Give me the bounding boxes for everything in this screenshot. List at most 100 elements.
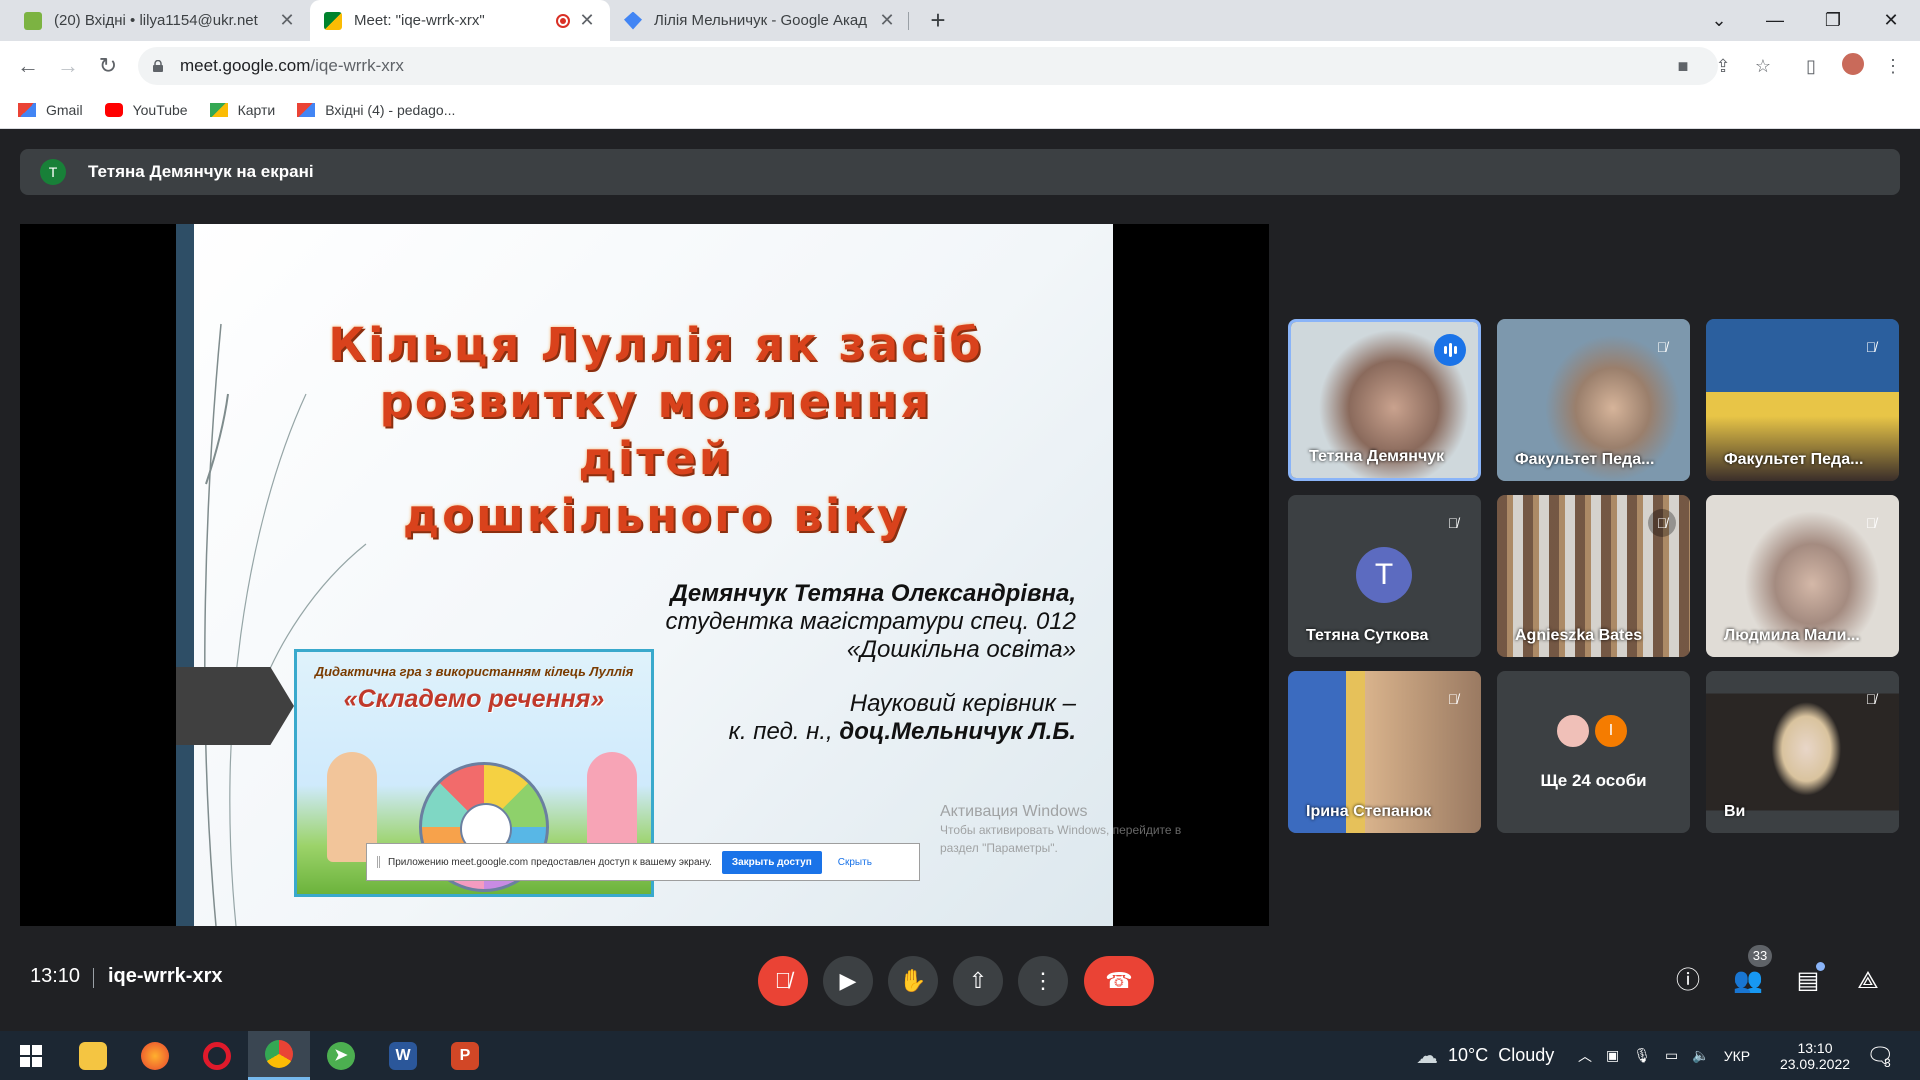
windows-logo-icon (20, 1044, 42, 1067)
bookmark-gmail[interactable]: Gmail (18, 102, 83, 118)
mic-off-icon: 🎙̸ (1656, 339, 1668, 355)
stop-sharing-button[interactable]: Закрыть доступ (721, 850, 822, 874)
taskbar-chrome[interactable] (248, 1031, 310, 1080)
back-arrow-icon[interactable]: ← (12, 50, 44, 82)
presenter-avatar: Т (40, 159, 66, 185)
participant-name: Факультет Педа... (1515, 451, 1655, 468)
bookmark-pedago-mail[interactable]: Вхідні (4) - pedago... (297, 102, 455, 118)
paper-plane-icon: ➤ (327, 1041, 355, 1070)
mic-off-icon: 🎙̸ (1648, 509, 1676, 537)
close-icon[interactable]: ✕ (578, 10, 596, 31)
chrome-menu-icon[interactable]: ⋮ (1878, 51, 1908, 81)
forward-arrow-icon[interactable]: → (52, 50, 84, 82)
taskbar-powerpoint[interactable]: P (434, 1031, 496, 1080)
leave-call-button[interactable]: ☎ (1084, 956, 1154, 1006)
taskbar-word[interactable]: W (372, 1031, 434, 1080)
activities-button[interactable]: ⟁ (1846, 959, 1890, 1003)
maximize-button[interactable]: ❐ (1804, 0, 1862, 41)
tab-search-chevron-icon[interactable]: ⌄ (1690, 0, 1748, 41)
mic-off-icon: 🎙̸ (1865, 515, 1877, 531)
lock-icon (153, 60, 163, 72)
close-window-button[interactable]: ✕ (1862, 0, 1920, 41)
drag-handle-icon[interactable] (377, 856, 380, 868)
participants-count-badge: 33 (1748, 945, 1772, 967)
participant-tile[interactable]: 🎙̸ Ірина Степанюк (1288, 671, 1481, 833)
start-button[interactable] (0, 1031, 62, 1080)
tab-google-scholar[interactable]: Лілія Мельничук - Google Акад ✕ (610, 0, 910, 41)
bookmark-star-icon[interactable]: ☆ (1748, 51, 1778, 81)
bookmarks-bar: Gmail YouTube Карти Вхідні (4) - pedago.… (0, 91, 1920, 129)
slide-arrow-shape (176, 667, 294, 745)
taskbar-file-explorer[interactable] (62, 1031, 124, 1080)
more-participants-tile[interactable]: I Ще 24 особи (1497, 671, 1690, 833)
tab-ukr-net-mail[interactable]: (20) Вхідні • lilya1154@ukr.net ✕ (10, 0, 310, 41)
watermark-title: Активация Windows (940, 803, 1088, 820)
participant-tile[interactable]: T 🎙̸ Тетяна Суткова (1288, 495, 1481, 657)
bookmark-maps[interactable]: Карти (209, 102, 275, 118)
microphone-icon[interactable]: 🎙 (1633, 1047, 1651, 1064)
taskbar-telegram-app[interactable]: ➤ (310, 1031, 372, 1080)
participant-avatar: I (1593, 713, 1629, 749)
more-vert-icon: ⋮ (1032, 968, 1054, 993)
new-tab-button[interactable]: + (922, 4, 954, 36)
weather-widget[interactable]: ☁ 10°C Cloudy (1416, 1031, 1554, 1080)
taskbar-firefox[interactable] (124, 1031, 186, 1080)
participant-tile[interactable]: 🎙̸ Факультет Педа... (1497, 319, 1690, 481)
firefox-icon (141, 1041, 169, 1070)
input-language[interactable]: УКР (1724, 1048, 1750, 1064)
address-bar[interactable]: meet.google.com/iqe-wrrk-xrx (138, 47, 1718, 85)
hide-notice-link[interactable]: Скрыть (838, 857, 872, 868)
side-panel-icon[interactable]: ▯ (1796, 51, 1826, 81)
presenter-text: Тетяна Демянчук на екрані (88, 162, 314, 181)
camera-toggle-button[interactable]: ▶ (823, 956, 873, 1006)
divider (93, 968, 94, 988)
slide-title-line: дошкільного віку (402, 489, 910, 542)
youtube-icon (104, 102, 123, 117)
participant-tile[interactable]: Тетяна Демянчук (1288, 319, 1481, 481)
info-icon: ⓘ (1676, 967, 1700, 994)
participant-name: Ви (1724, 803, 1746, 820)
battery-icon[interactable]: ▭ (1665, 1047, 1678, 1064)
close-icon[interactable]: ✕ (878, 10, 896, 31)
cloud-icon: ☁ (1416, 1042, 1438, 1068)
bookmark-label: Вхідні (4) - pedago... (325, 101, 456, 118)
self-tile[interactable]: 🎙̸ Ви (1706, 671, 1899, 833)
meet-indicator-icon[interactable]: ▣ (1606, 1047, 1619, 1064)
slide-title-line: Кільця Луллія як засіб (328, 318, 984, 371)
raise-hand-button[interactable]: ✋ (888, 956, 938, 1006)
chevron-up-icon[interactable]: ︿ (1578, 1046, 1592, 1066)
participant-tile[interactable]: 🎙̸ Людмила Мали... (1706, 495, 1899, 657)
profile-avatar[interactable] (1838, 51, 1868, 81)
more-options-button[interactable]: ⋮ (1018, 956, 1068, 1006)
slide-title-line: розвитку мовлення дітей (379, 375, 933, 485)
mic-toggle-button[interactable]: 🎙̸ (758, 956, 808, 1006)
bookmark-label: Gmail (46, 101, 83, 118)
camera-indicator-icon[interactable]: ■ (1668, 51, 1698, 81)
weather-text: 10°C Cloudy (1448, 1045, 1555, 1065)
share-icon[interactable]: ⇪ (1708, 51, 1738, 81)
minimize-button[interactable]: — (1746, 0, 1804, 41)
tab-title: Лілія Мельничук - Google Акад (654, 12, 868, 29)
gmail-icon (297, 102, 316, 117)
powerpoint-icon: P (451, 1041, 479, 1070)
taskbar-opera[interactable] (186, 1031, 248, 1080)
clock-date: 23.09.2022 (1779, 1055, 1851, 1072)
clock-time: 13:10 (1797, 1039, 1833, 1056)
participant-tile[interactable]: 🎙̸ Факультет Педа... (1706, 319, 1899, 481)
game-title: «Складемо речення» (343, 685, 605, 713)
reload-icon[interactable]: ↻ (92, 50, 124, 82)
meeting-details-button[interactable]: ⓘ (1666, 959, 1710, 1003)
bookmark-youtube[interactable]: YouTube (104, 102, 188, 118)
speaker-icon[interactable]: 🔈 (1692, 1047, 1709, 1064)
close-icon[interactable]: ✕ (278, 10, 296, 31)
author-program: студентка магістратури спец. 012 (665, 608, 1077, 635)
participant-name: Agnieszka Bates (1515, 627, 1643, 644)
tab-google-meet[interactable]: Meet: "iqe-wrrk-xrx" ✕ (310, 0, 610, 41)
present-screen-icon: ⇧ (968, 968, 988, 993)
action-center-button[interactable]: 🗨 3 (1866, 1031, 1894, 1080)
taskbar-clock[interactable]: 13:10 23.09.2022 (1778, 1031, 1852, 1080)
url-text: meet.google.com/iqe-wrrk-xrx (180, 56, 404, 75)
browser-toolbar: ← → ↻ meet.google.com/iqe-wrrk-xrx ■ ⇪ ☆… (0, 41, 1920, 91)
present-now-button[interactable]: ⇧ (953, 956, 1003, 1006)
participant-tile[interactable]: 🎙̸ Agnieszka Bates (1497, 495, 1690, 657)
